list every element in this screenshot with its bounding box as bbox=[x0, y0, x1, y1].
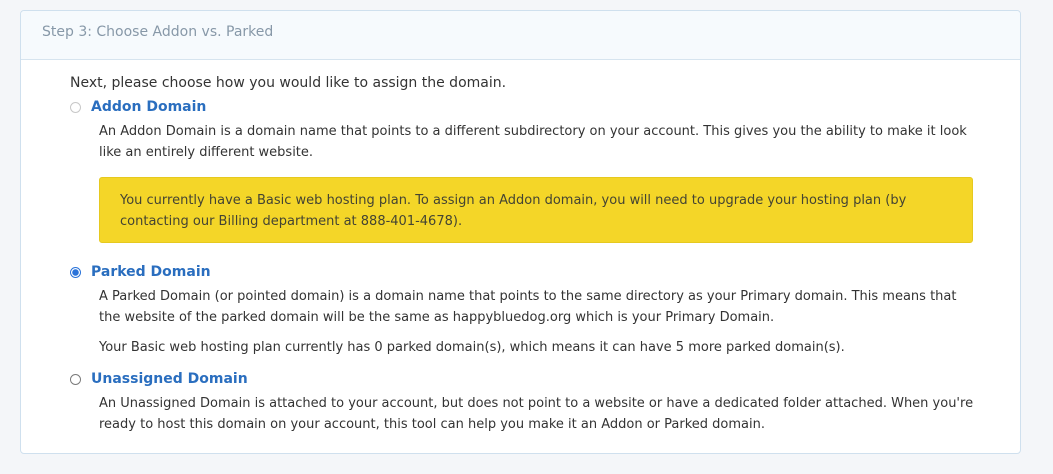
parked-domain-label[interactable]: Parked Domain bbox=[91, 264, 211, 280]
option-addon-domain: Addon Domain An Addon Domain is a domain… bbox=[70, 97, 990, 243]
option-parked-domain: Parked Domain A Parked Domain (or pointe… bbox=[70, 262, 990, 355]
unassigned-domain-label[interactable]: Unassigned Domain bbox=[91, 371, 248, 387]
addon-domain-label[interactable]: Addon Domain bbox=[91, 99, 206, 115]
step-title: Step 3: Choose Addon vs. Parked bbox=[21, 11, 1020, 60]
addon-domain-radio[interactable] bbox=[70, 101, 81, 113]
step-panel: Step 3: Choose Addon vs. Parked Next, pl… bbox=[20, 10, 1021, 454]
parked-domain-radio[interactable] bbox=[70, 266, 81, 278]
parked-domain-description: A Parked Domain (or pointed domain) is a… bbox=[99, 289, 957, 325]
addon-domain-description: An Addon Domain is a domain name that po… bbox=[99, 124, 967, 160]
upgrade-warning: You currently have a Basic web hosting p… bbox=[99, 177, 973, 243]
intro-text: Next, please choose how you would like t… bbox=[70, 75, 507, 91]
unassigned-domain-radio[interactable] bbox=[70, 373, 81, 385]
parked-domain-quota-note: Your Basic web hosting plan currently ha… bbox=[99, 340, 845, 355]
unassigned-domain-description: An Unassigned Domain is attached to your… bbox=[99, 396, 974, 432]
option-unassigned-domain: Unassigned Domain An Unassigned Domain i… bbox=[70, 369, 990, 435]
